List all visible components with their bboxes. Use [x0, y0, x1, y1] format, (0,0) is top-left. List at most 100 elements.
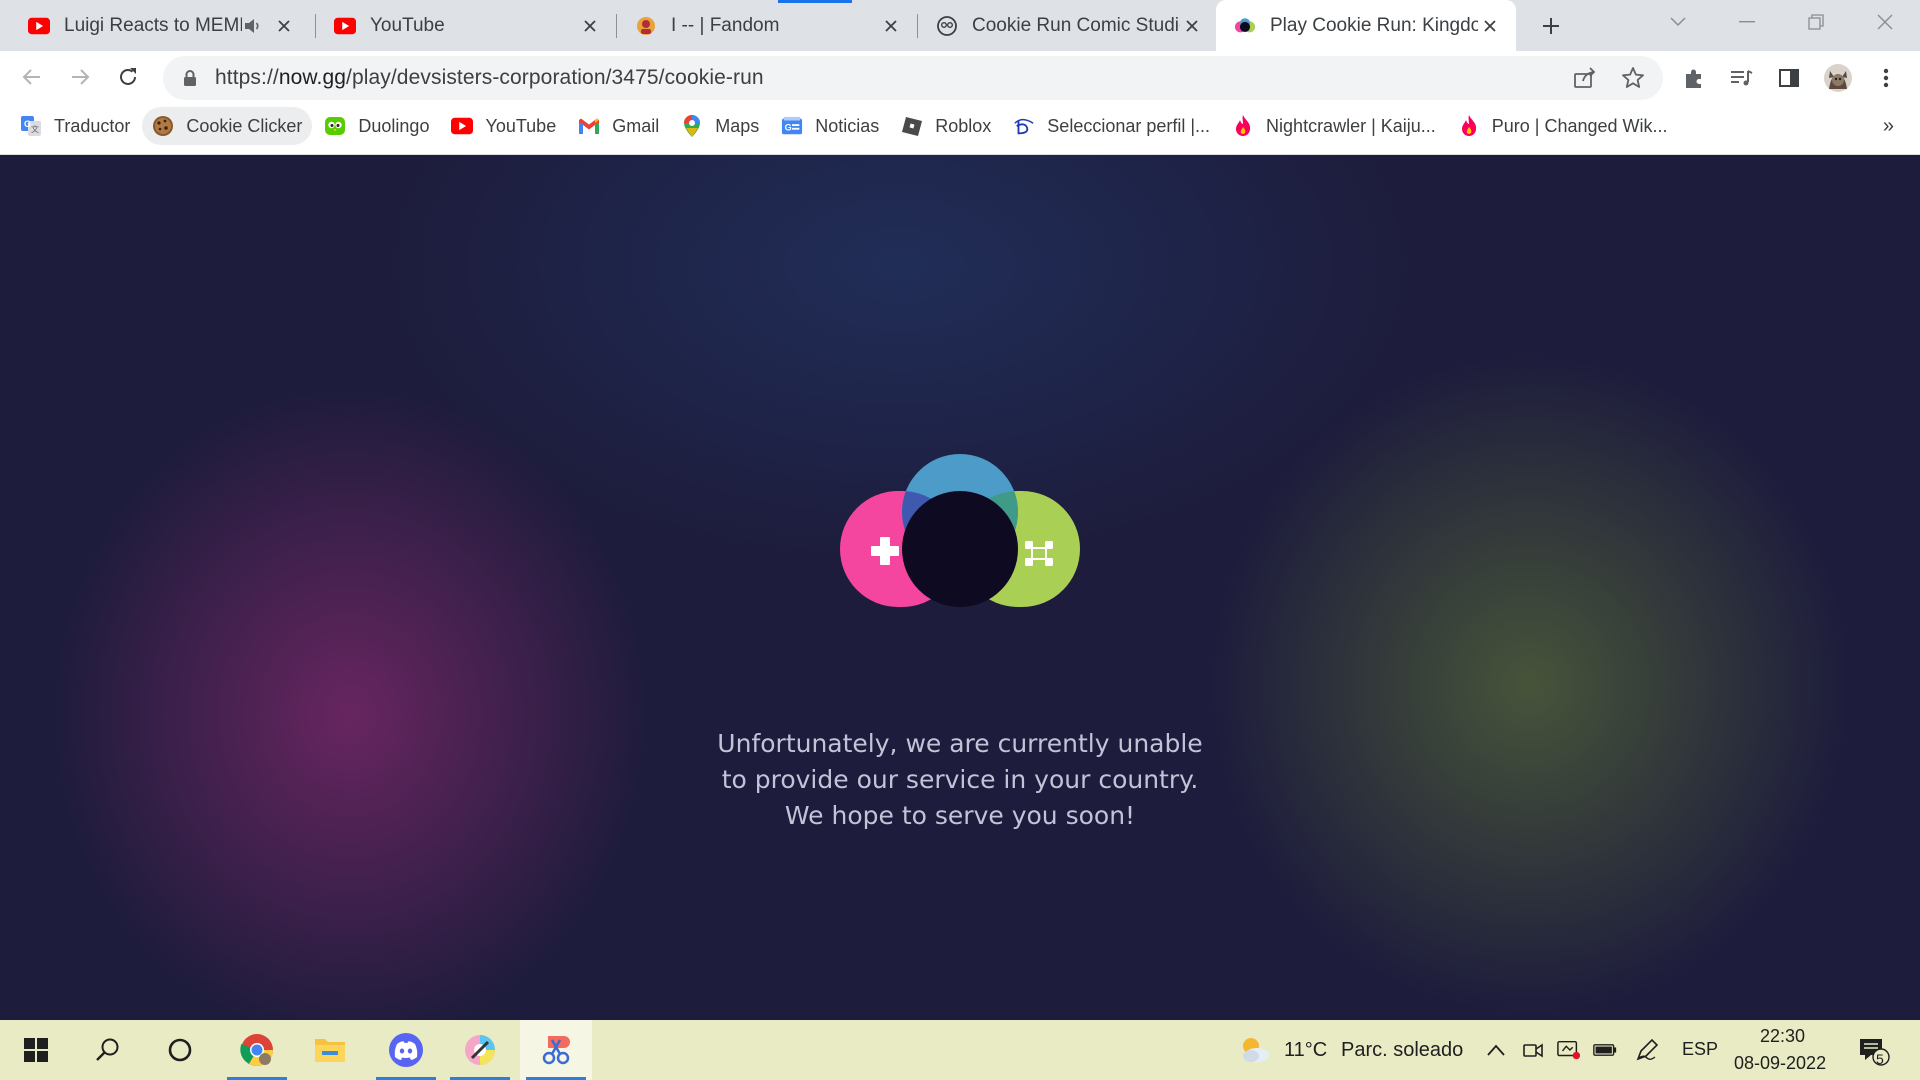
new-tab-button[interactable]: [1535, 10, 1567, 42]
disney-plus-icon: [1013, 115, 1035, 137]
tab-luigi-reacts[interactable]: Luigi Reacts to MEME: [10, 0, 310, 51]
bookmark-seleccionar-perfil[interactable]: Seleccionar perfil |...: [1003, 107, 1220, 145]
tab-youtube[interactable]: YouTube: [316, 0, 616, 51]
youtube-icon: [28, 15, 50, 37]
browser-toolbar: https://now.gg/play/devsisters-corporati…: [0, 51, 1920, 155]
bookmark-label: Duolingo: [358, 115, 430, 136]
weather-condition[interactable]: Parc. soleado: [1341, 1039, 1463, 1062]
notification-count-badge: 5: [1876, 1051, 1884, 1067]
back-button[interactable]: [15, 60, 49, 94]
tab-title: Luigi Reacts to MEME: [64, 14, 242, 36]
bookmark-noticias[interactable]: G Noticias: [771, 107, 889, 145]
chevron-up-icon[interactable]: [1484, 1038, 1508, 1062]
taskbar-snipping-tool[interactable]: [520, 1020, 592, 1080]
action-center-icon[interactable]: [1857, 1036, 1891, 1066]
youtube-icon: [451, 115, 474, 137]
bookmark-puro[interactable]: Puro | Changed Wik...: [1448, 107, 1678, 145]
paint-app-icon: [465, 1035, 495, 1065]
restore-button[interactable]: [1786, 0, 1846, 44]
bookmark-label: Seleccionar perfil |...: [1047, 115, 1211, 136]
svg-text:G: G: [785, 123, 792, 133]
side-panel-icon[interactable]: [1771, 60, 1807, 96]
more-menu-icon[interactable]: [1868, 60, 1904, 96]
bookmark-youtube[interactable]: YouTube: [441, 107, 566, 145]
flame-icon: [1232, 115, 1254, 137]
message-line-3: We hope to serve you soon!: [784, 801, 1136, 830]
minimize-button[interactable]: [1717, 0, 1777, 44]
extensions-puzzle-icon[interactable]: [1676, 60, 1712, 96]
windows-start-icon: [24, 1038, 48, 1062]
tab-cookie-run-comic-studio[interactable]: Cookie Run Comic Studio: [918, 0, 1218, 51]
profile-avatar[interactable]: [1820, 60, 1856, 96]
nowgg-icon: [1234, 15, 1256, 37]
weather-partly-sunny-icon[interactable]: [1237, 1032, 1271, 1066]
clock-time[interactable]: 22:30: [1760, 1026, 1805, 1047]
file-explorer-icon: [315, 1039, 345, 1062]
lock-icon[interactable]: [179, 67, 201, 89]
bookmark-gmail[interactable]: Gmail: [568, 107, 669, 145]
media-queue-icon[interactable]: [1723, 60, 1759, 96]
unavailable-message: Unfortunately, we are currently unable t…: [660, 726, 1260, 834]
screen-recorder-icon[interactable]: [1557, 1038, 1581, 1062]
bookmark-label: Noticias: [815, 115, 880, 136]
tab-play-cookie-run[interactable]: Play Cookie Run: Kingdom: [1216, 0, 1516, 51]
battery-icon[interactable]: [1593, 1038, 1617, 1062]
meet-now-icon[interactable]: [1521, 1038, 1545, 1062]
windows-taskbar: 11°C Parc. soleado ESP 22:30 08-09-2022 …: [0, 1020, 1920, 1080]
bookmark-nightcrawler[interactable]: Nightcrawler | Kaiju...: [1222, 107, 1446, 145]
close-icon[interactable]: [272, 14, 296, 38]
tab-title: I -- | Fandom: [671, 14, 780, 36]
reload-button[interactable]: [111, 60, 145, 94]
bookmark-label: Nightcrawler | Kaiju...: [1266, 115, 1436, 136]
taskbar-discord[interactable]: [370, 1020, 442, 1080]
window-close-button[interactable]: [1855, 0, 1915, 44]
tab-search-chevron-icon[interactable]: [1648, 0, 1708, 44]
bookmark-label: YouTube: [485, 115, 557, 136]
bookmarks-overflow-button[interactable]: »: [1883, 107, 1894, 145]
flame-icon: [1458, 115, 1480, 137]
bookmark-duolingo[interactable]: Duolingo: [314, 107, 439, 145]
forward-button[interactable]: [63, 60, 97, 94]
close-icon[interactable]: [879, 14, 903, 38]
input-language[interactable]: ESP: [1682, 1039, 1718, 1060]
bookmark-label: Roblox: [935, 115, 992, 136]
speaker-icon[interactable]: [242, 15, 264, 37]
close-icon[interactable]: [1180, 14, 1204, 38]
comic-studio-icon: [936, 15, 958, 37]
cortana-button[interactable]: [144, 1020, 216, 1080]
bookmark-roblox[interactable]: Roblox: [891, 107, 1001, 145]
bookmark-maps[interactable]: Maps: [671, 107, 769, 145]
url-text[interactable]: https://now.gg/play/devsisters-corporati…: [215, 66, 1567, 90]
weather-temperature[interactable]: 11°C: [1284, 1039, 1327, 1062]
pen-ink-icon[interactable]: [1635, 1038, 1659, 1062]
taskbar-paint-app[interactable]: [444, 1020, 516, 1080]
taskbar-search-button[interactable]: [72, 1020, 144, 1080]
clock-date[interactable]: 08-09-2022: [1734, 1053, 1826, 1074]
bookmark-cookie-clicker[interactable]: Cookie Clicker: [142, 107, 313, 145]
bookmark-label: Maps: [715, 115, 760, 136]
fandom-icon: [635, 15, 657, 37]
duolingo-icon: [324, 115, 346, 137]
chrome-icon: [240, 1034, 273, 1066]
message-line-2: to provide our service in your country.: [721, 765, 1199, 794]
bookmark-label: Cookie Clicker: [186, 115, 303, 136]
discord-icon: [389, 1033, 423, 1067]
start-button[interactable]: [0, 1020, 72, 1080]
tab-title: YouTube: [370, 14, 445, 36]
roblox-icon: [901, 115, 923, 137]
bookmarks-bar: G文 Traductor Cookie Clicker Duolingo You…: [0, 107, 1920, 145]
taskbar-file-explorer[interactable]: [294, 1020, 366, 1080]
close-icon[interactable]: [578, 14, 602, 38]
address-bar[interactable]: https://now.gg/play/devsisters-corporati…: [163, 56, 1663, 100]
bookmark-star-icon[interactable]: [1615, 60, 1651, 96]
page-content: Unfortunately, we are currently unable t…: [0, 155, 1920, 1020]
news-icon: G: [781, 115, 803, 137]
tab-fandom[interactable]: I -- | Fandom: [617, 0, 917, 51]
close-icon[interactable]: [1478, 14, 1502, 38]
cookie-icon: [152, 115, 174, 137]
svg-text:文: 文: [31, 124, 39, 134]
bookmark-traductor[interactable]: G文 Traductor: [10, 107, 140, 145]
share-icon[interactable]: [1567, 60, 1603, 96]
taskbar-chrome[interactable]: [221, 1020, 293, 1080]
logo-center: [902, 491, 1018, 607]
